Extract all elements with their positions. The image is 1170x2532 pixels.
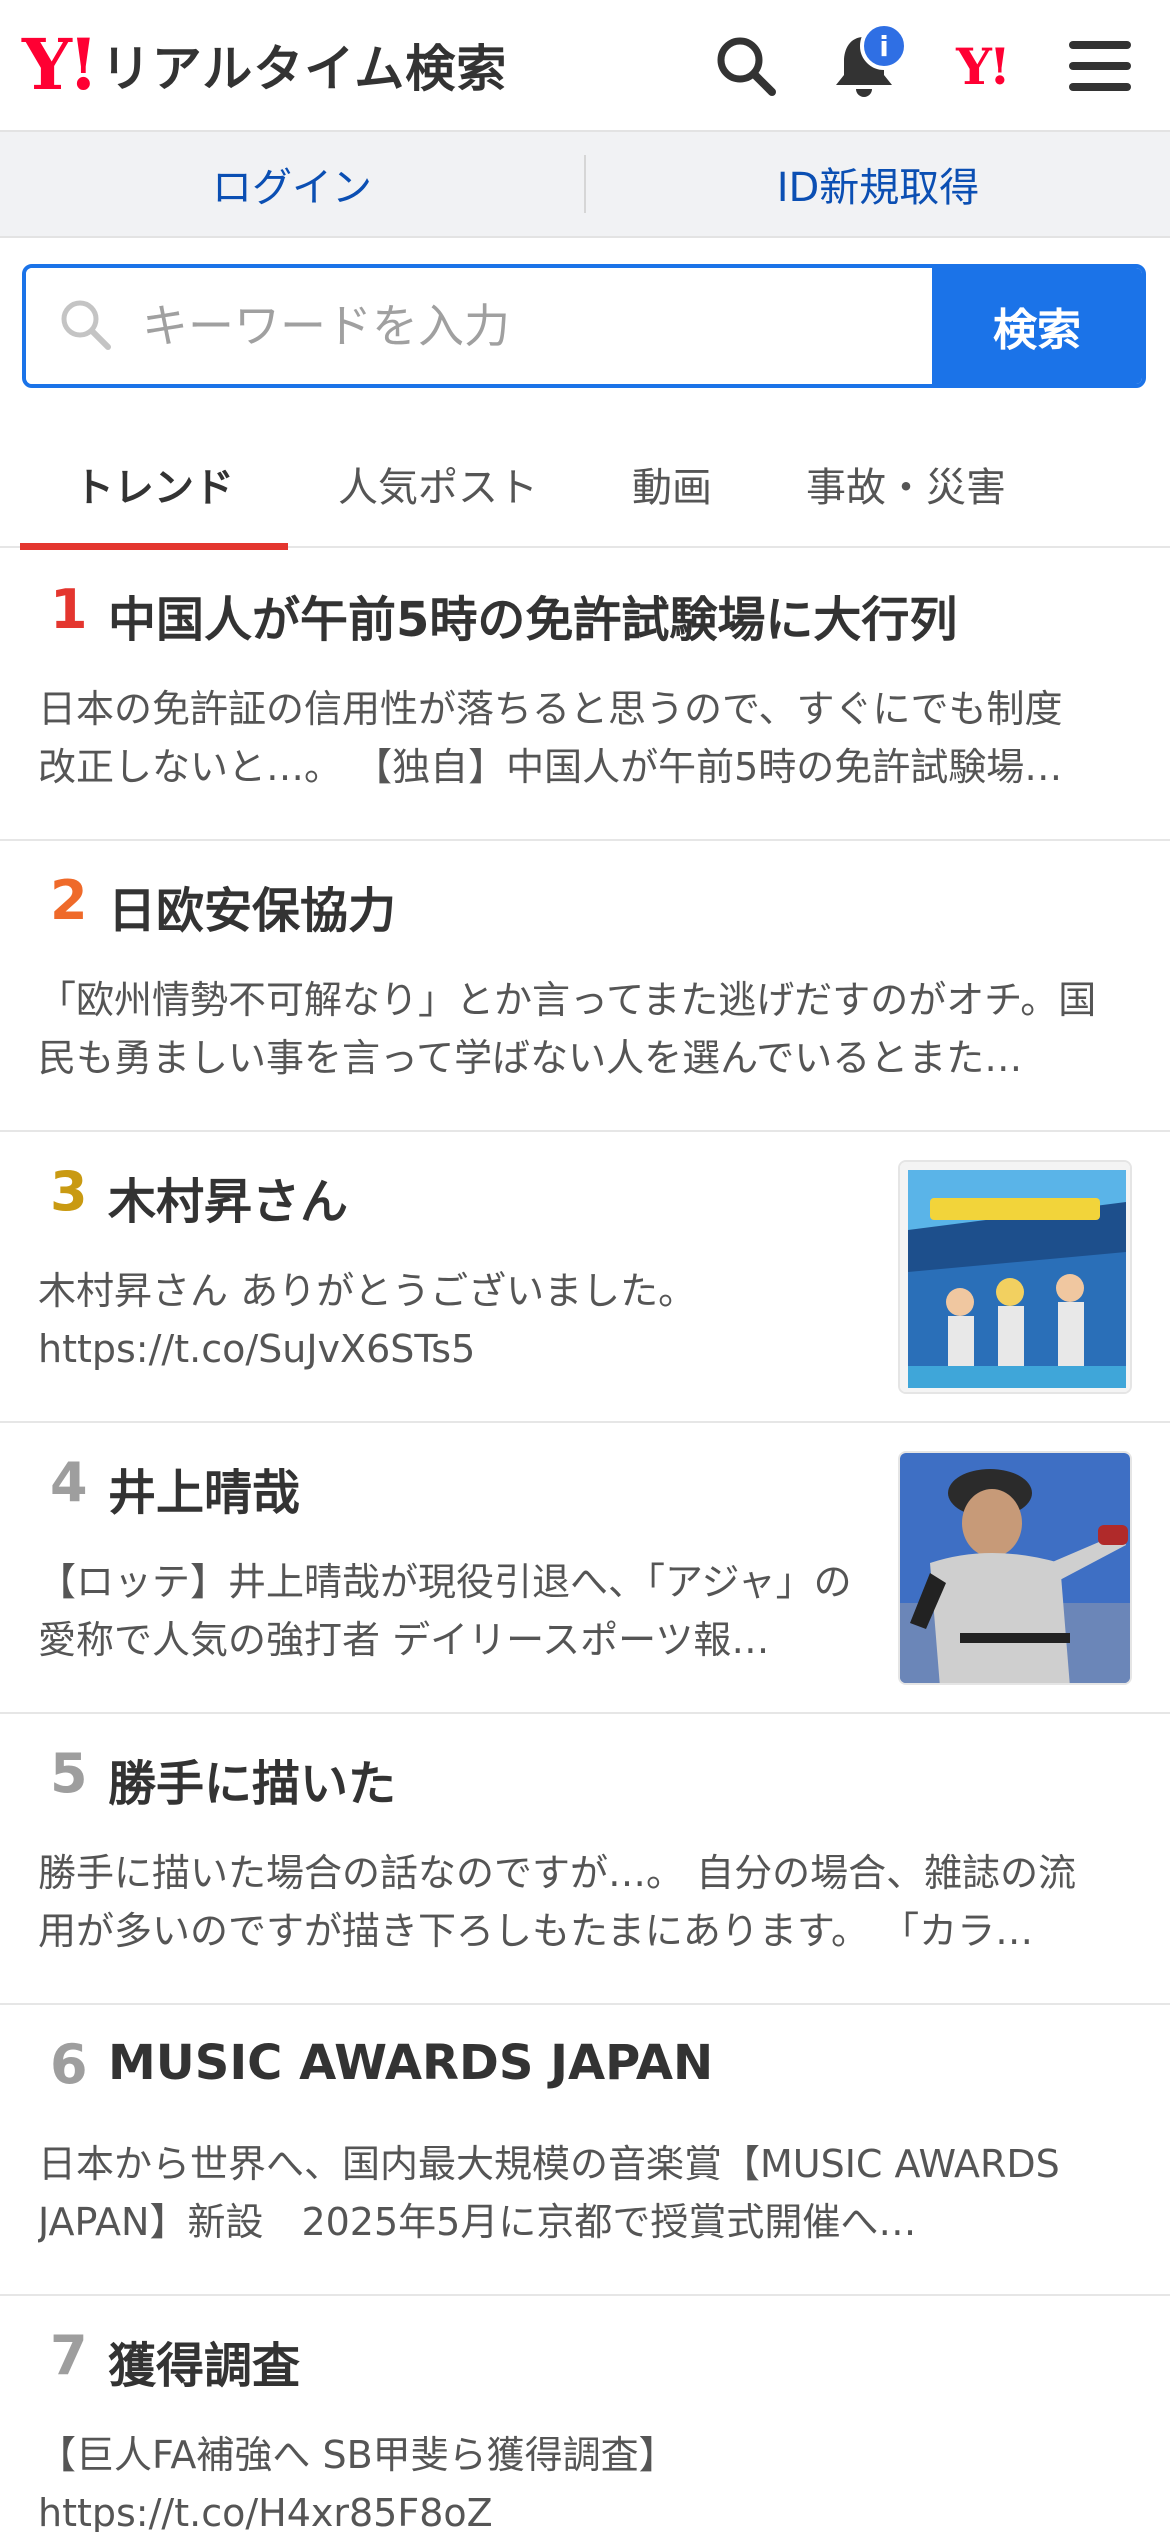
trend-description: 日本から世界へ、国内最大規模の音楽賞【MUSIC AWARDS JAPAN】新設… <box>38 2142 1060 2244</box>
trend-description: 「欧州情勢不可解なり」とか言ってまた逃げだすのがオチ。国民も勇ましい事を言って学… <box>38 978 1097 1080</box>
search-field <box>26 268 932 384</box>
trend-rank: 5 <box>50 1742 88 1805</box>
record-cover-thumbnail[interactable] <box>898 1160 1132 1394</box>
trend-title[interactable]: 日欧安保協力 <box>108 871 396 941</box>
trend-description: 日本の免許証の信用性が落ちると思うので、すぐにでも制度改正しないと…。 【独自】… <box>38 687 1063 789</box>
trend-rank: 4 <box>50 1451 88 1514</box>
trend-rank: 7 <box>50 2324 88 2387</box>
search-bar: 検索 <box>22 264 1146 388</box>
trend-rank: 2 <box>50 869 88 932</box>
search-field-icon <box>58 297 112 355</box>
trend-item[interactable]: 1 中国人が午前5時の免許試験場に大行列 日本の免許証の信用性が落ちると思うので… <box>0 550 1170 841</box>
trend-item[interactable]: 3 木村昇さん 木村昇さん ありがとうございました。 https://t.co/… <box>0 1132 1170 1423</box>
trend-description: 【巨人FA補強へ SB甲斐ら獲得調査】 https://t.co/H4xr85F… <box>38 2433 677 2532</box>
trend-description: 勝手に描いた場合の話なのですが…。 自分の場合、雑誌の流用が多いのですが描き下ろ… <box>38 1851 1077 1953</box>
trend-rank: 3 <box>50 1160 88 1223</box>
tab-videos[interactable]: 動画 <box>588 420 756 548</box>
trend-rank: 6 <box>50 2033 88 2096</box>
trend-title[interactable]: 井上晴哉 <box>108 1453 300 1523</box>
trend-description: 【ロッテ】井上晴哉が現役引退へ、「アジャ」の愛称で人気の強打者 デイリースポーツ… <box>38 1560 852 1662</box>
trend-item[interactable]: 7 獲得調査 【巨人FA補強へ SB甲斐ら獲得調査】 https://t.co/… <box>0 2296 1170 2532</box>
trend-title[interactable]: 勝手に描いた <box>108 1744 396 1814</box>
trend-item[interactable]: 6 MUSIC AWARDS JAPAN 日本から世界へ、国内最大規模の音楽賞【… <box>0 2005 1170 2296</box>
search-button[interactable]: 検索 <box>932 268 1142 384</box>
tab-popular-posts[interactable]: 人気ポスト <box>288 420 588 548</box>
login-link[interactable]: ログイン <box>0 155 584 213</box>
logo-text: リアルタイム検索 <box>100 40 508 98</box>
trend-title[interactable]: 中国人が午前5時の免許試験場に大行列 <box>108 580 957 650</box>
tab-trend[interactable]: トレンド <box>20 420 288 550</box>
trend-item[interactable]: 2 日欧安保協力 「欧州情勢不可解なり」とか言ってまた逃げだすのがオチ。国民も勇… <box>0 841 1170 1132</box>
search-input[interactable] <box>142 299 882 353</box>
trend-title[interactable]: 獲得調査 <box>108 2326 300 2396</box>
yahoo-mark-small: Y! <box>956 36 1011 96</box>
category-tabs: トレンド 人気ポスト 動画 事故・災害 <box>0 420 1170 550</box>
trend-title[interactable]: 木村昇さん <box>108 1162 348 1232</box>
trend-list: 1 中国人が午前5時の免許試験場に大行列 日本の免許証の信用性が落ちると思うので… <box>0 550 1170 2532</box>
notification-bell-icon[interactable]: i <box>824 22 908 106</box>
yahoo-logo-mark: Y! <box>22 23 99 106</box>
search-icon[interactable] <box>706 26 786 106</box>
trend-title[interactable]: MUSIC AWARDS JAPAN <box>108 2035 713 2091</box>
hamburger-menu-icon[interactable] <box>1060 26 1140 106</box>
trend-rank: 1 <box>50 578 88 641</box>
notification-badge: i <box>860 22 908 70</box>
register-link[interactable]: ID新規取得 <box>586 155 1170 213</box>
login-bar: ログイン ID新規取得 <box>0 132 1170 238</box>
tab-accidents-disasters[interactable]: 事故・災害 <box>756 420 1056 548</box>
yahoo-realtime-logo[interactable]: Y! リアルタイム検索 <box>22 25 507 105</box>
app-header: Y! リアルタイム検索 i Y! <box>0 0 1170 132</box>
trend-description: 木村昇さん ありがとうございました。 https://t.co/SuJvX6ST… <box>38 1269 697 1371</box>
trend-item[interactable]: 4 井上晴哉 【ロッテ】井上晴哉が現役引退へ、「アジャ」の愛称で人気の強打者 デ… <box>0 1423 1170 1714</box>
baseball-player-thumbnail[interactable] <box>898 1451 1132 1685</box>
trend-item[interactable]: 5 勝手に描いた 勝手に描いた場合の話なのですが…。 自分の場合、雑誌の流用が多… <box>0 1714 1170 2005</box>
header-icons: i Y! <box>706 0 1140 132</box>
yahoo-top-link[interactable]: Y! <box>942 26 1022 106</box>
